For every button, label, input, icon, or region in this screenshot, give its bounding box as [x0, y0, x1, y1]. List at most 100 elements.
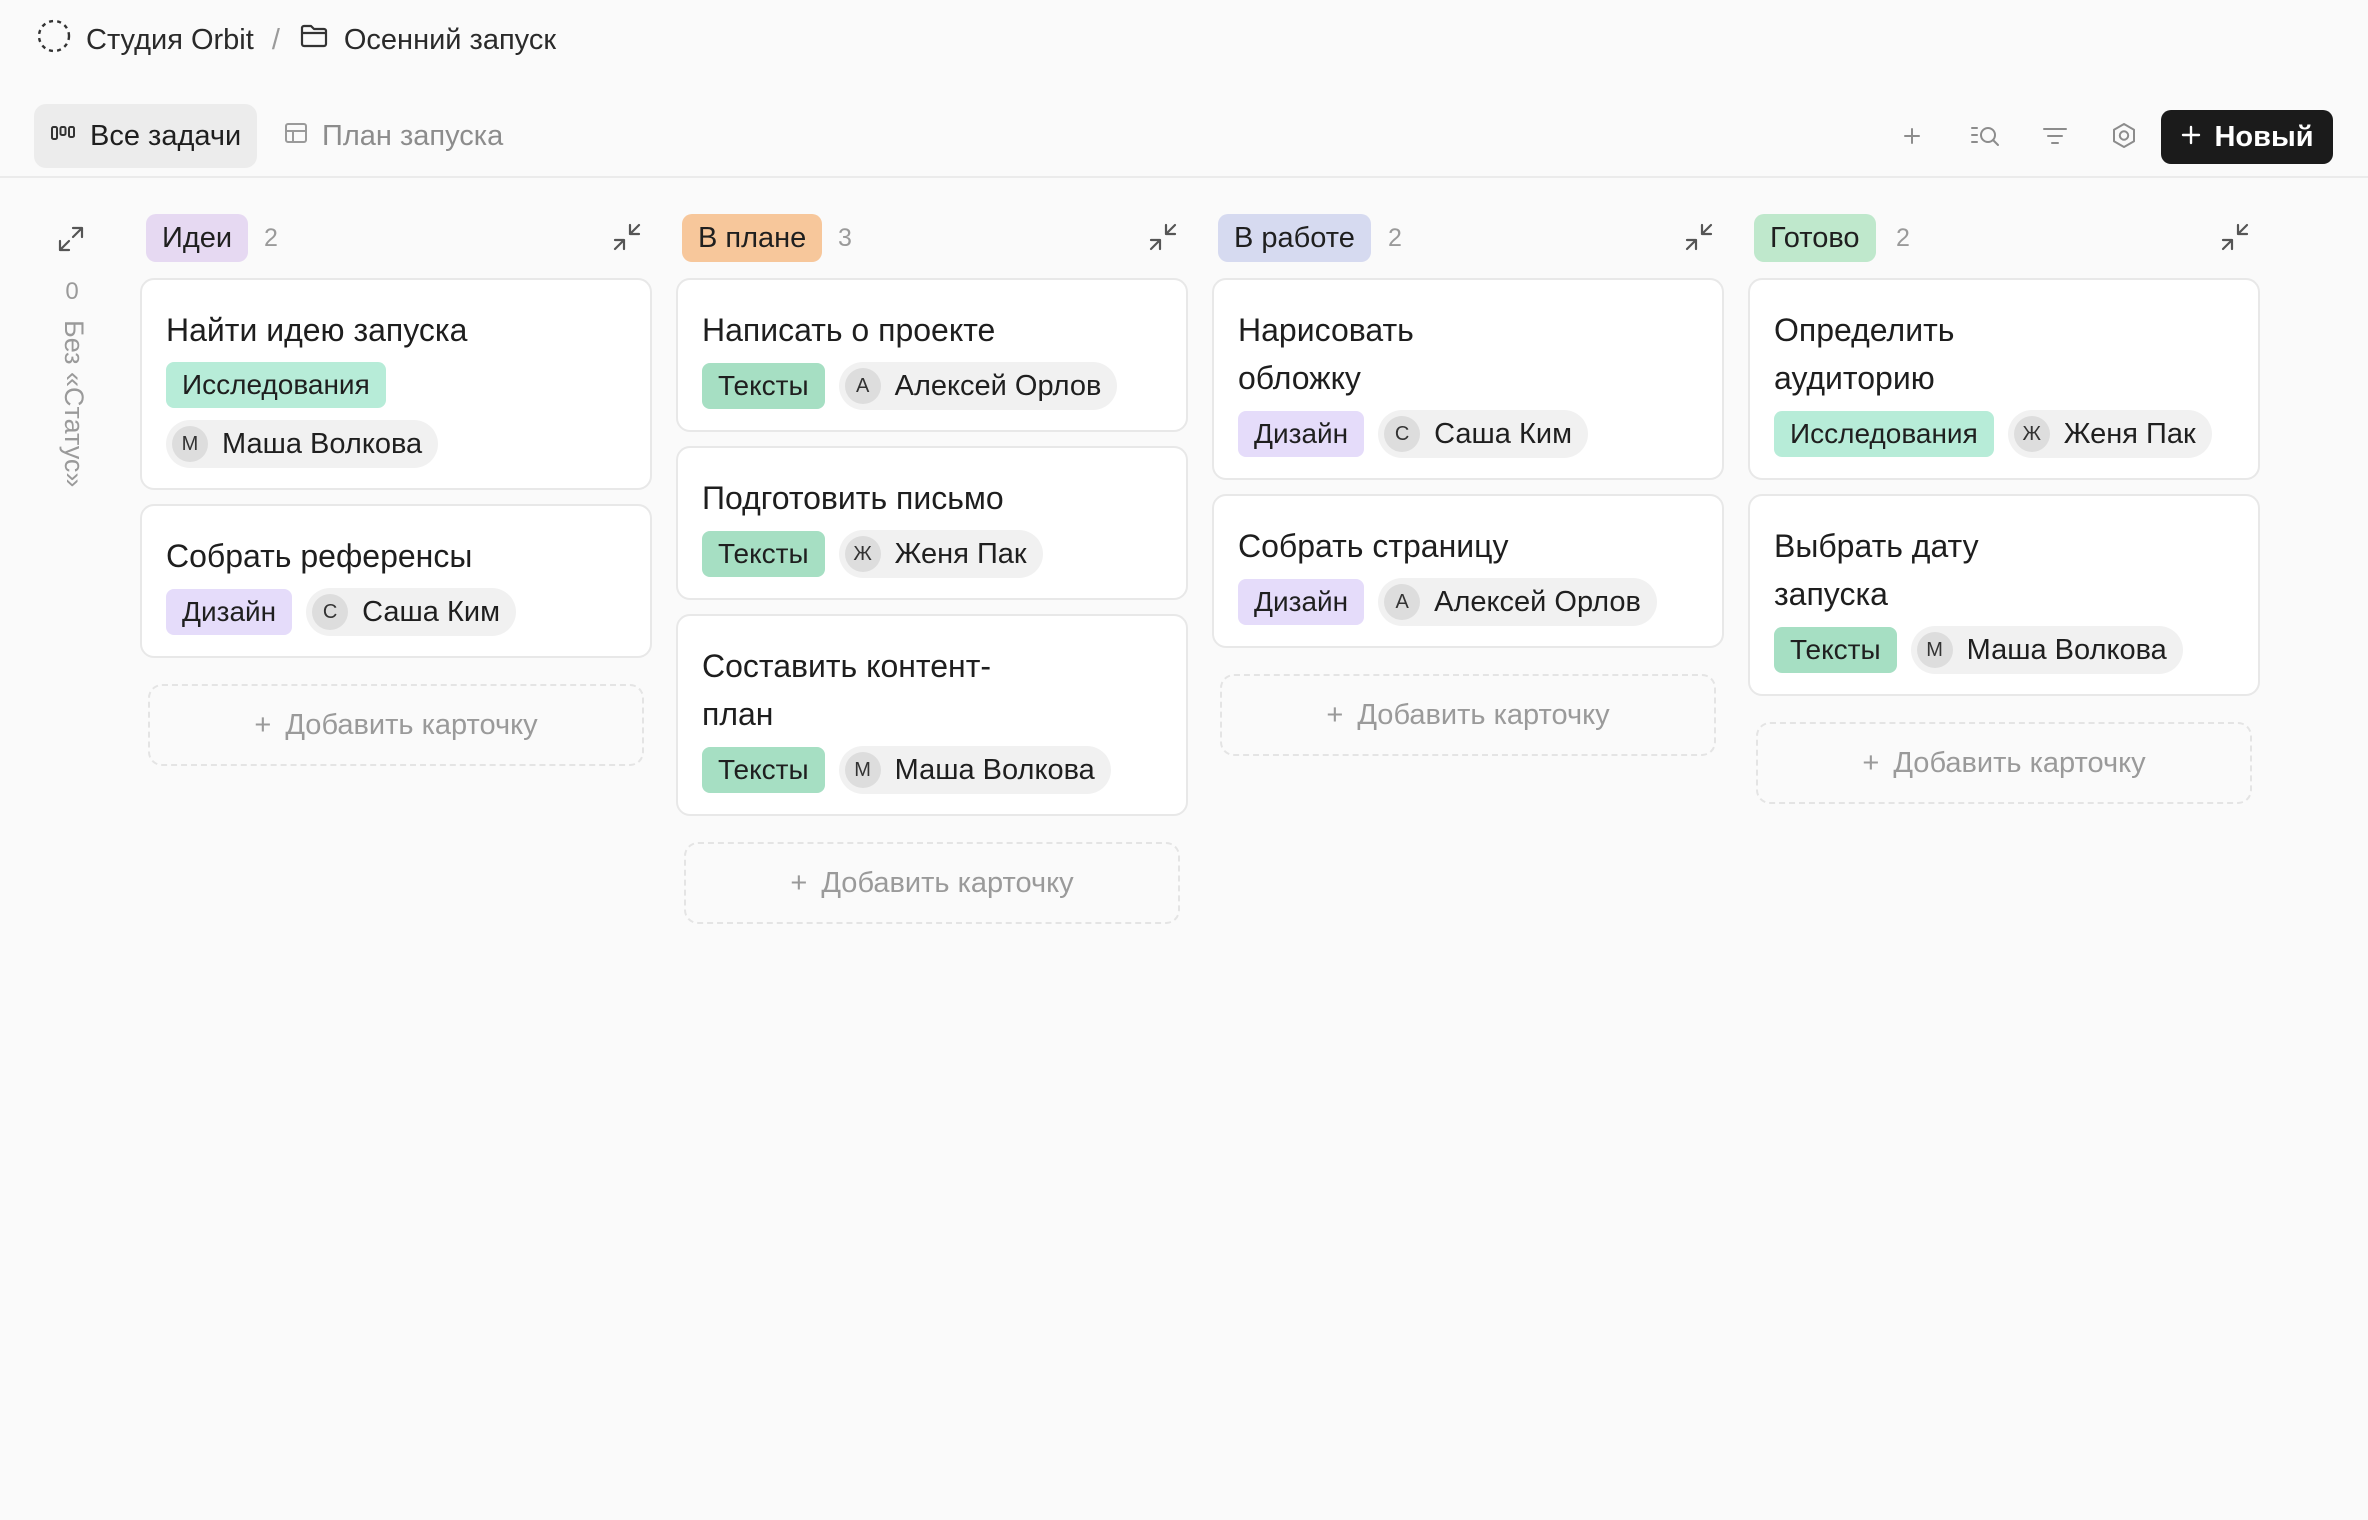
column-count: 2: [1896, 224, 1910, 252]
assignee-chip: М Маша Волкова: [838, 746, 1111, 794]
collapse-icon[interactable]: [2220, 222, 2250, 252]
folder-icon: [298, 20, 330, 60]
tab-all-tasks[interactable]: Все задачи: [34, 104, 258, 168]
collapse-icon[interactable]: [1148, 222, 1178, 252]
card-title: Составить контент-план: [702, 648, 991, 732]
column-done: Готово 2 Определить аудиторию Исследован…: [1748, 212, 2260, 804]
avatar: С: [312, 594, 349, 630]
no-status-label: Без «Статус»: [59, 320, 89, 488]
plus-icon: +: [1326, 698, 1344, 731]
add-card-button[interactable]: + Добавить карточку: [684, 842, 1180, 924]
plus-icon: +: [254, 708, 272, 741]
task-card[interactable]: Составить контент-план Тексты М Маша Вол…: [676, 614, 1188, 816]
column-count: 2: [1388, 224, 1402, 252]
add-card-button[interactable]: + Добавить карточку: [1220, 674, 1716, 756]
add-card-label: Добавить карточку: [821, 866, 1074, 899]
plus-icon: +: [1862, 746, 1880, 779]
assignee-name: Маша Волкова: [894, 753, 1095, 786]
task-card[interactable]: Собрать страницу Дизайн А Алексей Орлов: [1212, 494, 1724, 648]
column-ideas: Идеи 2 Найти идею запуска Исследования М…: [140, 212, 652, 766]
status-pill[interactable]: Идеи: [146, 214, 249, 262]
assignee-chip: А Алексей Орлов: [1378, 578, 1657, 626]
task-card[interactable]: Определить аудиторию Исследования Ж Женя…: [1748, 278, 2260, 480]
card-tag: Дизайн: [166, 589, 293, 635]
plus-icon: +: [790, 866, 808, 899]
assignee-chip: С Саша Ким: [1378, 410, 1589, 458]
assignee-name: Саша Ким: [1434, 417, 1573, 450]
add-card-label: Добавить карточку: [285, 708, 538, 741]
no-status-column[interactable]: 0 Без «Статус»: [52, 220, 96, 520]
assignee-chip: С Саша Ким: [306, 588, 517, 636]
card-title: Написать о проекте: [702, 312, 996, 348]
assignee-name: Женя Пак: [2063, 417, 2196, 450]
workspace-name: Студия Orbit: [86, 23, 254, 56]
project-name: Осенний запуск: [343, 23, 557, 56]
collapse-icon[interactable]: [612, 222, 642, 252]
card-title: Выбрать дату запуска: [1774, 528, 1979, 612]
filter-icon[interactable]: [2037, 118, 2073, 154]
tab-launch-plan[interactable]: План запуска: [268, 104, 519, 168]
assignee-chip: А Алексей Орлов: [838, 362, 1118, 410]
column-header: В работе 2: [1212, 212, 1724, 262]
task-card[interactable]: Нарисовать обложку Дизайн С Саша Ким: [1212, 278, 1724, 480]
assignee-chip: Ж Женя Пак: [2007, 410, 2212, 458]
breadcrumb-workspace[interactable]: Студия Orbit: [36, 18, 254, 62]
avatar: М: [1916, 632, 1953, 668]
task-card[interactable]: Выбрать дату запуска Тексты М Маша Волко…: [1748, 494, 2260, 696]
task-card[interactable]: Написать о проекте Тексты А Алексей Орло…: [676, 278, 1188, 432]
card-title: Нарисовать обложку: [1238, 312, 1414, 396]
column-in-progress: В работе 2 Нарисовать обложку Дизайн С С…: [1212, 212, 1724, 756]
collapse-icon[interactable]: [1684, 222, 1714, 252]
avatar: Ж: [844, 536, 881, 572]
expand-icon[interactable]: [56, 224, 86, 254]
workspace-dotted-circle-icon: [36, 18, 72, 62]
card-title: Подготовить письмо: [702, 480, 1004, 516]
task-card[interactable]: Собрать референсы Дизайн С Саша Ким: [140, 504, 652, 658]
add-view-plus-icon[interactable]: [1894, 118, 1930, 154]
column-count: 3: [838, 224, 852, 252]
status-pill[interactable]: Готово: [1754, 214, 1876, 262]
card-tag: Исследования: [166, 362, 386, 408]
task-card[interactable]: Найти идею запуска Исследования М Маша В…: [140, 278, 652, 490]
column-header: Готово 2: [1748, 212, 2260, 262]
card-tag: Тексты: [702, 531, 825, 577]
add-card-label: Добавить карточку: [1357, 698, 1610, 731]
assignee-name: Женя Пак: [894, 537, 1027, 570]
card-tag: Тексты: [1774, 627, 1897, 673]
card-tag: Тексты: [702, 363, 825, 409]
kanban-app: Студия Orbit / Осенний запуск Все задачи…: [0, 0, 2368, 1520]
card-title: Найти идею запуска: [166, 312, 468, 348]
assignee-chip: М Маша Волкова: [1910, 626, 2183, 674]
assignee-name: Маша Волкова: [222, 427, 423, 460]
card-tag: Тексты: [702, 747, 825, 793]
search-icon[interactable]: [1968, 118, 2004, 154]
status-pill[interactable]: В плане: [682, 214, 823, 262]
avatar: А: [844, 368, 881, 404]
card-title: Собрать страницу: [1238, 528, 1509, 564]
card-title: Определить аудиторию: [1774, 312, 1955, 396]
assignee-chip: М Маша Волкова: [166, 420, 439, 468]
assignee-name: Саша Ким: [362, 595, 501, 628]
add-card-button[interactable]: + Добавить карточку: [1756, 722, 2252, 804]
new-button-label: Новый: [2214, 120, 2314, 153]
breadcrumb-project[interactable]: Осенний запуск: [298, 20, 556, 60]
add-card-button[interactable]: + Добавить карточку: [148, 684, 644, 766]
column-planned: В плане 3 Написать о проекте Тексты А Ал…: [676, 212, 1188, 924]
avatar: М: [844, 752, 881, 788]
status-pill[interactable]: В работе: [1218, 214, 1371, 262]
tab-launch-plan-label: План запуска: [322, 119, 504, 152]
assignee-name: Маша Волкова: [1966, 633, 2167, 666]
task-card[interactable]: Подготовить письмо Тексты Ж Женя Пак: [676, 446, 1188, 600]
avatar: А: [1384, 584, 1421, 620]
settings-icon[interactable]: [2106, 118, 2142, 154]
tab-all-tasks-label: Все задачи: [90, 119, 242, 152]
table-icon: [284, 120, 308, 153]
breadcrumb: Студия Orbit / Осенний запуск: [36, 18, 556, 62]
board-icon: [50, 120, 76, 153]
column-header: В плане 3: [676, 212, 1188, 262]
card-tag: Исследования: [1774, 411, 1994, 457]
assignee-chip: Ж Женя Пак: [838, 530, 1043, 578]
avatar: С: [1384, 416, 1421, 452]
new-button[interactable]: Новый: [2161, 110, 2333, 164]
view-bar: Все задачи План запуска Новый: [0, 104, 2368, 178]
